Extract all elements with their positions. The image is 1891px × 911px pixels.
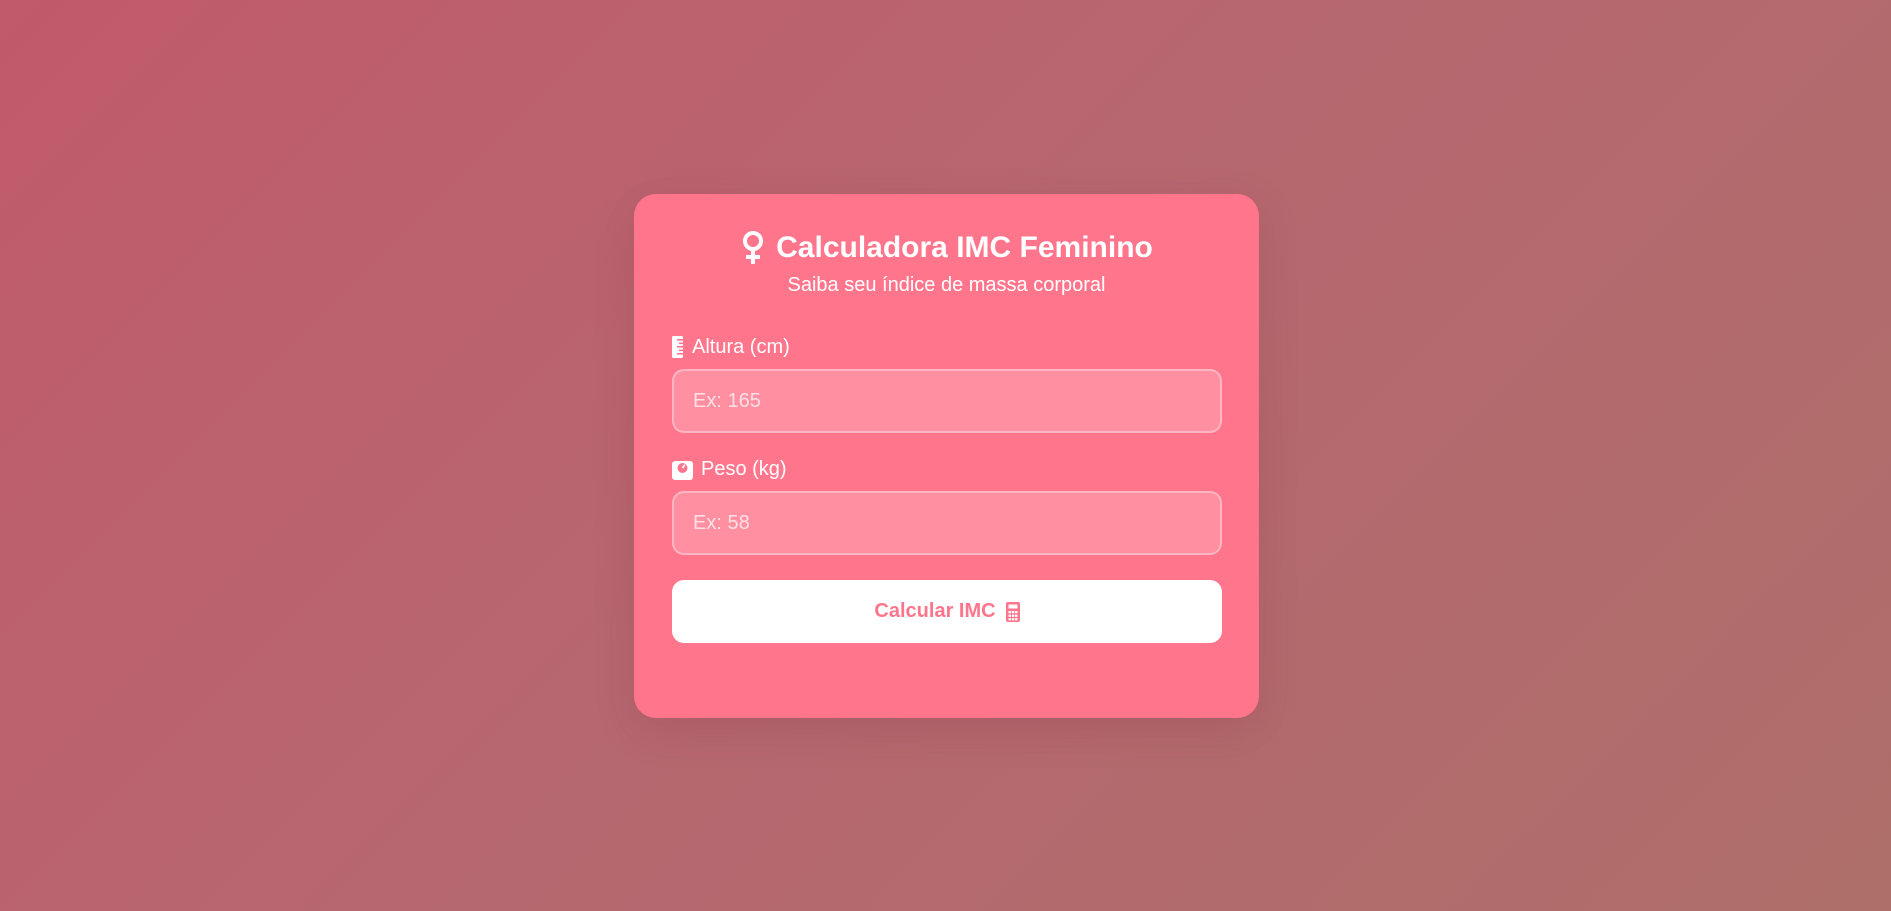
calculate-imc-label: Calcular IMC	[874, 600, 996, 622]
calculate-imc-button[interactable]: Calcular IMC	[672, 580, 1222, 643]
height-label: Altura (cm)	[672, 335, 1221, 359]
page-title: Calculadora IMC Feminino	[776, 231, 1153, 264]
female-sign-icon	[740, 230, 766, 266]
title-row: Calculadora IMC Feminino	[672, 230, 1221, 266]
weight-label-text: Peso (kg)	[701, 458, 787, 480]
weight-label: Peso (kg)	[672, 457, 1221, 481]
weight-scale-icon	[672, 459, 693, 480]
page-subtitle: Saiba seu índice de massa corporal	[787, 274, 1106, 296]
imc-calculator-card: Calculadora IMC Feminino Saiba seu índic…	[634, 194, 1259, 718]
height-input[interactable]	[672, 369, 1222, 433]
ruler-icon	[672, 336, 684, 358]
calculator-icon	[1005, 601, 1020, 622]
weight-input[interactable]	[672, 491, 1222, 555]
height-label-text: Altura (cm)	[692, 336, 790, 358]
